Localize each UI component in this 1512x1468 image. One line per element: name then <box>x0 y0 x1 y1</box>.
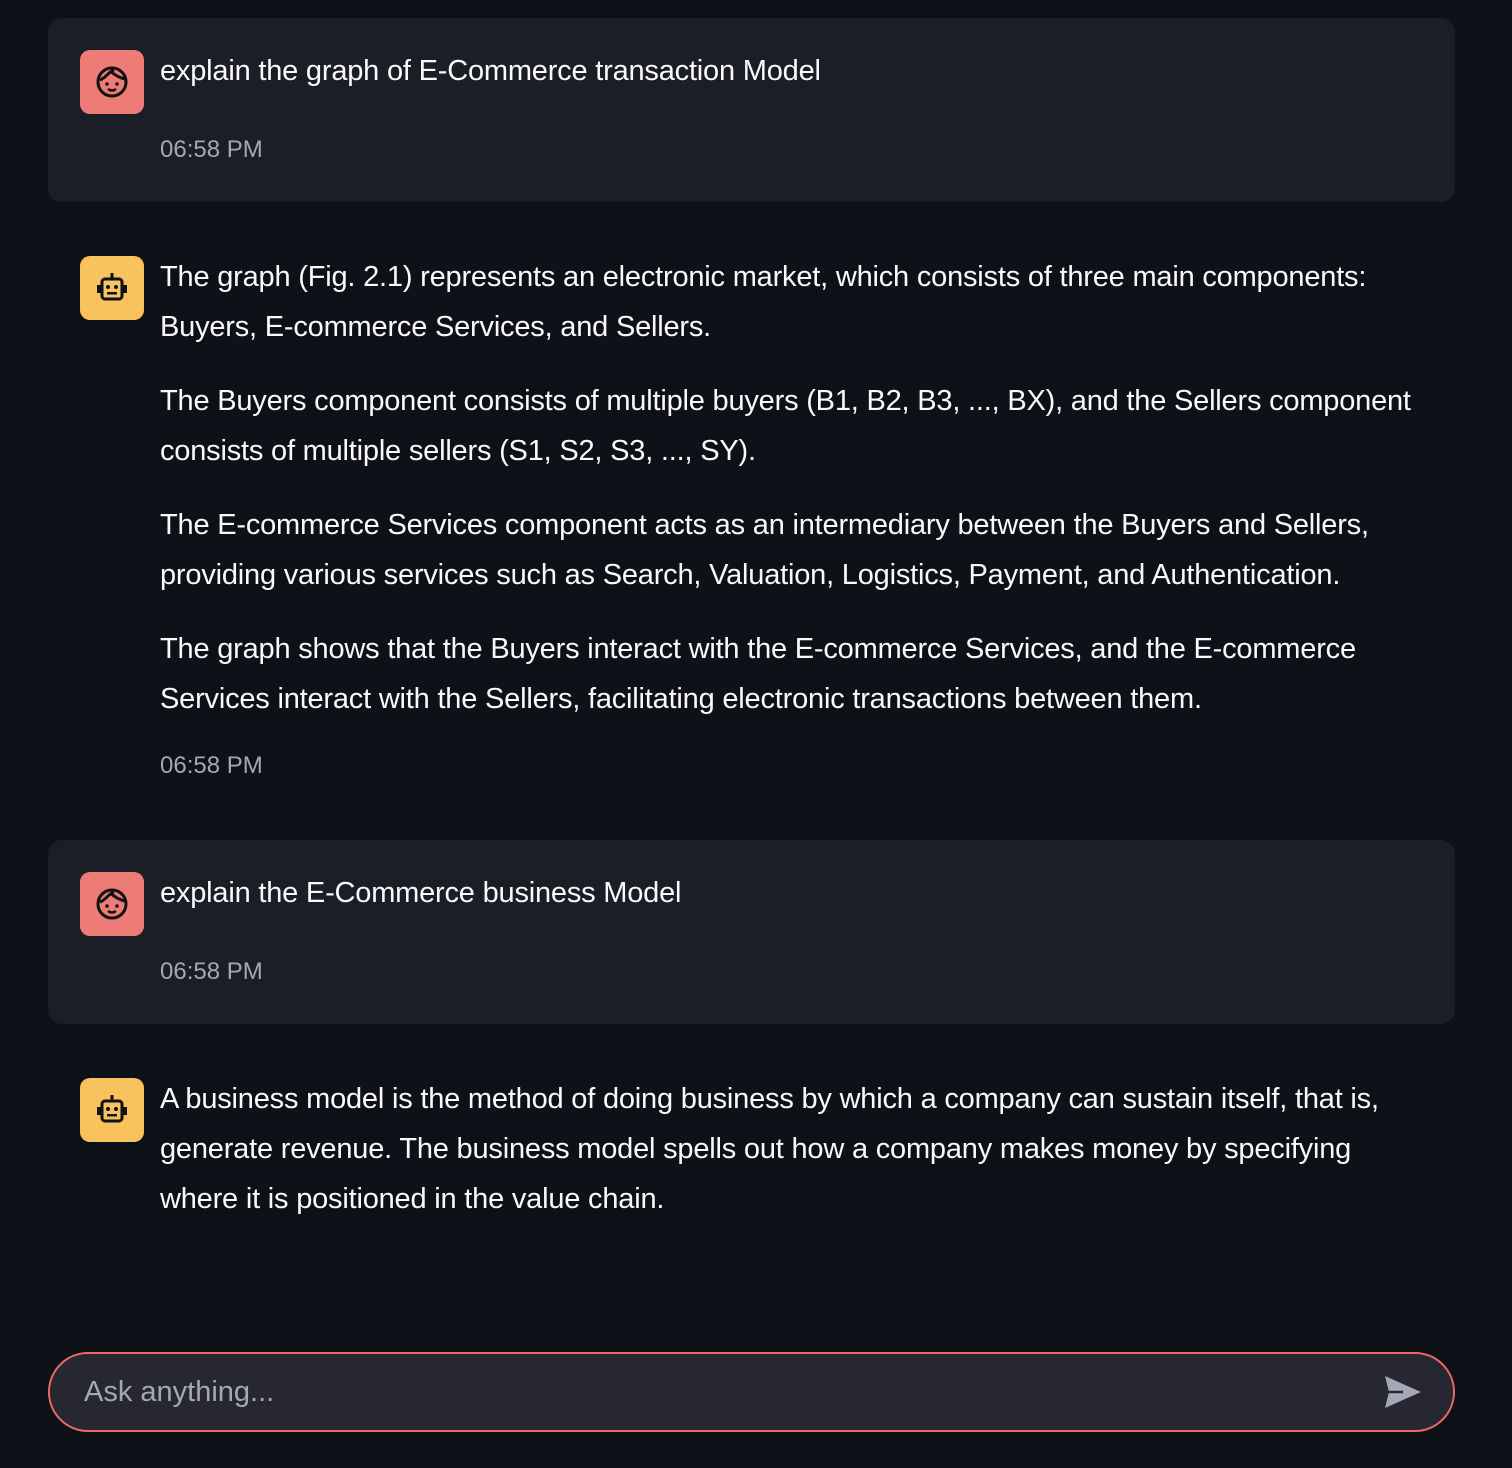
chat-input-bar <box>48 1352 1455 1432</box>
message-content: explain the graph of E-Commerce transact… <box>160 50 1423 164</box>
user-avatar <box>80 872 144 936</box>
user-face-icon <box>96 66 128 98</box>
robot-icon <box>97 273 127 301</box>
message-content: A business model is the method of doing … <box>160 1078 1423 1248</box>
message-text: explain the graph of E-Commerce transact… <box>160 55 821 87</box>
message-paragraph: The graph (Fig. 2.1) represents an elect… <box>160 261 1367 343</box>
robot-icon <box>97 1095 127 1123</box>
message-timestamp: 06:58 PM <box>160 752 263 779</box>
message-content: explain the E-Commerce business Model 06… <box>160 872 1423 986</box>
chat-container: explain the graph of E-Commerce transact… <box>48 18 1455 1308</box>
chat-message-user: explain the E-Commerce business Model 06… <box>48 840 1455 1024</box>
user-face-icon <box>96 888 128 920</box>
chat-input[interactable] <box>82 1374 1381 1410</box>
message-paragraph: The Buyers component consists of multipl… <box>160 385 1411 467</box>
chat-message-assistant: The graph (Fig. 2.1) represents an elect… <box>48 224 1455 818</box>
chat-message-assistant: A business model is the method of doing … <box>48 1046 1455 1286</box>
message-paragraph: A business model is the method of doing … <box>160 1083 1379 1215</box>
assistant-avatar <box>80 256 144 320</box>
chat-message-user: explain the graph of E-Commerce transact… <box>48 18 1455 202</box>
user-avatar <box>80 50 144 114</box>
message-timestamp: 06:58 PM <box>160 136 263 163</box>
send-icon <box>1385 1376 1421 1408</box>
message-text: explain the E-Commerce business Model <box>160 877 682 909</box>
assistant-avatar <box>80 1078 144 1142</box>
message-timestamp: 06:58 PM <box>160 958 263 985</box>
send-button[interactable] <box>1381 1370 1425 1414</box>
message-paragraph: The graph shows that the Buyers interact… <box>160 633 1356 715</box>
message-paragraph: The E-commerce Services component acts a… <box>160 509 1369 591</box>
message-content: The graph (Fig. 2.1) represents an elect… <box>160 256 1423 780</box>
